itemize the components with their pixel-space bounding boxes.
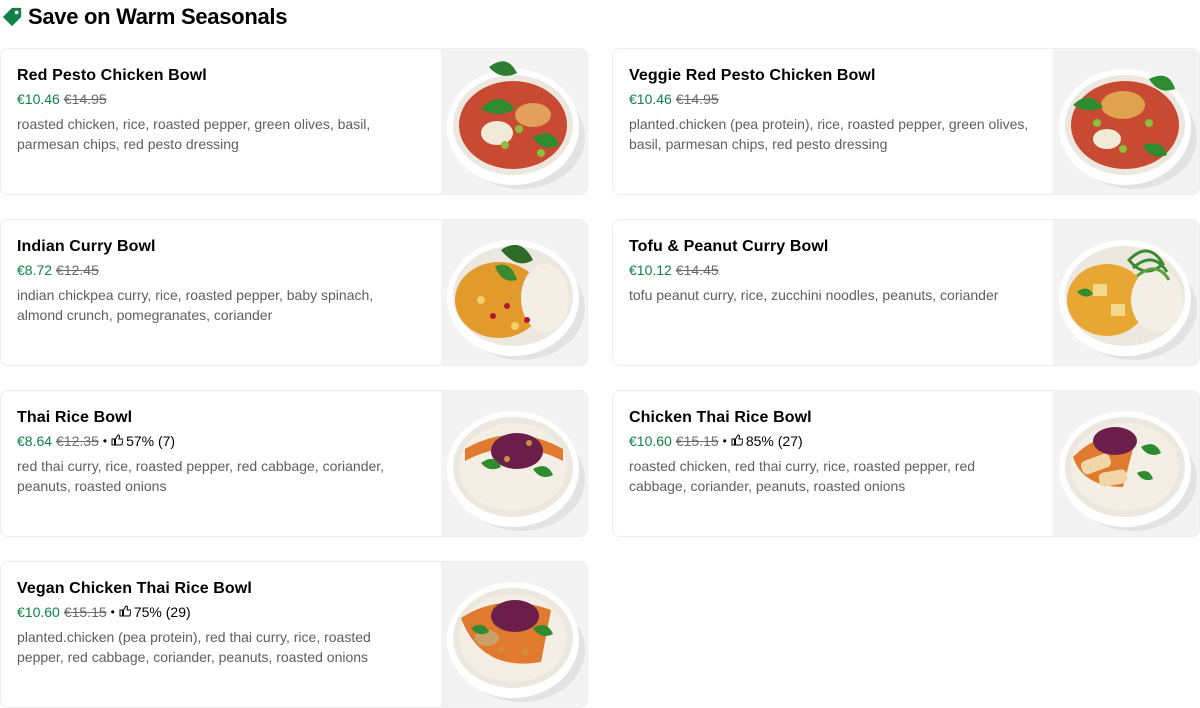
item-description: indian chickpea curry, rice, roasted pep… — [17, 287, 374, 323]
discount-price: €10.60 — [17, 604, 60, 620]
original-price: €15.15 — [63, 604, 107, 620]
discount-price: €10.46 — [17, 91, 60, 107]
rating: 75% (29) — [119, 603, 191, 621]
item-title: Tofu & Peanut Curry Bowl — [629, 238, 829, 255]
item-image — [441, 220, 587, 365]
item-image — [1053, 49, 1199, 194]
separator-dot: • — [102, 434, 108, 448]
rating: 57% (7) — [111, 432, 175, 450]
price-row: €8.64 €12.35 • 57% (7) — [17, 432, 425, 450]
item-title: Veggie Red Pesto Chicken Bowl — [629, 67, 876, 84]
original-price: €15.15 — [675, 433, 719, 449]
item-description: red thai curry, rice, roasted pepper, re… — [17, 458, 385, 494]
original-price: €12.45 — [56, 262, 99, 278]
item-image — [1053, 391, 1199, 536]
menu-item-card[interactable]: Veggie Red Pesto Chicken Bowl €10.46 €14… — [612, 48, 1200, 195]
price-row: €10.46 €14.95 — [17, 90, 425, 108]
original-price: €14.95 — [63, 91, 107, 107]
separator-dot: • — [722, 434, 727, 448]
menu-item-card[interactable]: Vegan Chicken Thai Rice Bowl €10.60 €15.… — [0, 561, 588, 708]
thumbs-up-icon — [731, 432, 744, 450]
rating-text: 75% (29) — [133, 604, 191, 620]
separator-dot: • — [110, 605, 115, 619]
original-price: €14.95 — [675, 91, 719, 107]
item-title: Red Pesto Chicken Bowl — [17, 67, 207, 84]
menu-item-card[interactable]: Red Pesto Chicken Bowl €10.46 €14.95 roa… — [0, 48, 588, 195]
thumbs-up-icon — [111, 432, 124, 450]
item-title: Indian Curry Bowl — [17, 238, 156, 255]
tag-icon — [0, 5, 24, 29]
section-header: Save on Warm Seasonals — [0, 2, 287, 32]
item-image — [441, 49, 587, 194]
discount-price: €10.46 — [629, 91, 672, 107]
item-title: Thai Rice Bowl — [17, 409, 133, 426]
discount-price: €8.64 — [17, 433, 53, 449]
item-image — [441, 562, 587, 707]
discount-price: €8.72 — [17, 262, 53, 278]
price-row: €10.60 €15.15 • 75% (29) — [17, 603, 425, 621]
section-title: Save on Warm Seasonals — [28, 4, 288, 29]
original-price: €14.45 — [675, 262, 719, 278]
discount-price: €10.60 — [629, 433, 672, 449]
rating: 85% (27) — [731, 432, 803, 450]
item-description: roasted chicken, red thai curry, rice, r… — [629, 458, 976, 494]
price-row: €10.60 €15.15 • 85% (27) — [629, 432, 1037, 450]
item-description: planted.chicken (pea protein), rice, roa… — [629, 116, 1029, 152]
discount-price: €10.12 — [629, 262, 672, 278]
rating-text: 85% (27) — [745, 433, 803, 449]
item-image — [1053, 220, 1199, 365]
price-row: €10.46 €14.95 — [629, 90, 1037, 108]
original-price: €12.35 — [56, 433, 99, 449]
item-image — [441, 391, 587, 536]
item-title: Chicken Thai Rice Bowl — [629, 409, 812, 426]
price-row: €8.72 €12.45 — [17, 261, 425, 279]
thumbs-up-icon — [119, 603, 132, 621]
item-title: Vegan Chicken Thai Rice Bowl — [17, 580, 252, 597]
item-description: tofu peanut curry, rice, zucchini noodle… — [629, 287, 999, 303]
item-description: roasted chicken, rice, roasted pepper, g… — [17, 116, 371, 152]
menu-item-card[interactable]: Thai Rice Bowl €8.64 €12.35 • 57% (7) re… — [0, 390, 588, 537]
menu-item-card[interactable]: Indian Curry Bowl €8.72 €12.45 indian ch… — [0, 219, 588, 366]
menu-item-card[interactable]: Tofu & Peanut Curry Bowl €10.12 €14.45 t… — [612, 219, 1200, 366]
rating-text: 57% (7) — [126, 433, 176, 449]
menu-item-card[interactable]: Chicken Thai Rice Bowl €10.60 €15.15 • 8… — [612, 390, 1200, 537]
price-row: €10.12 €14.45 — [629, 261, 1037, 279]
item-description: planted.chicken (pea protein), red thai … — [17, 629, 371, 665]
